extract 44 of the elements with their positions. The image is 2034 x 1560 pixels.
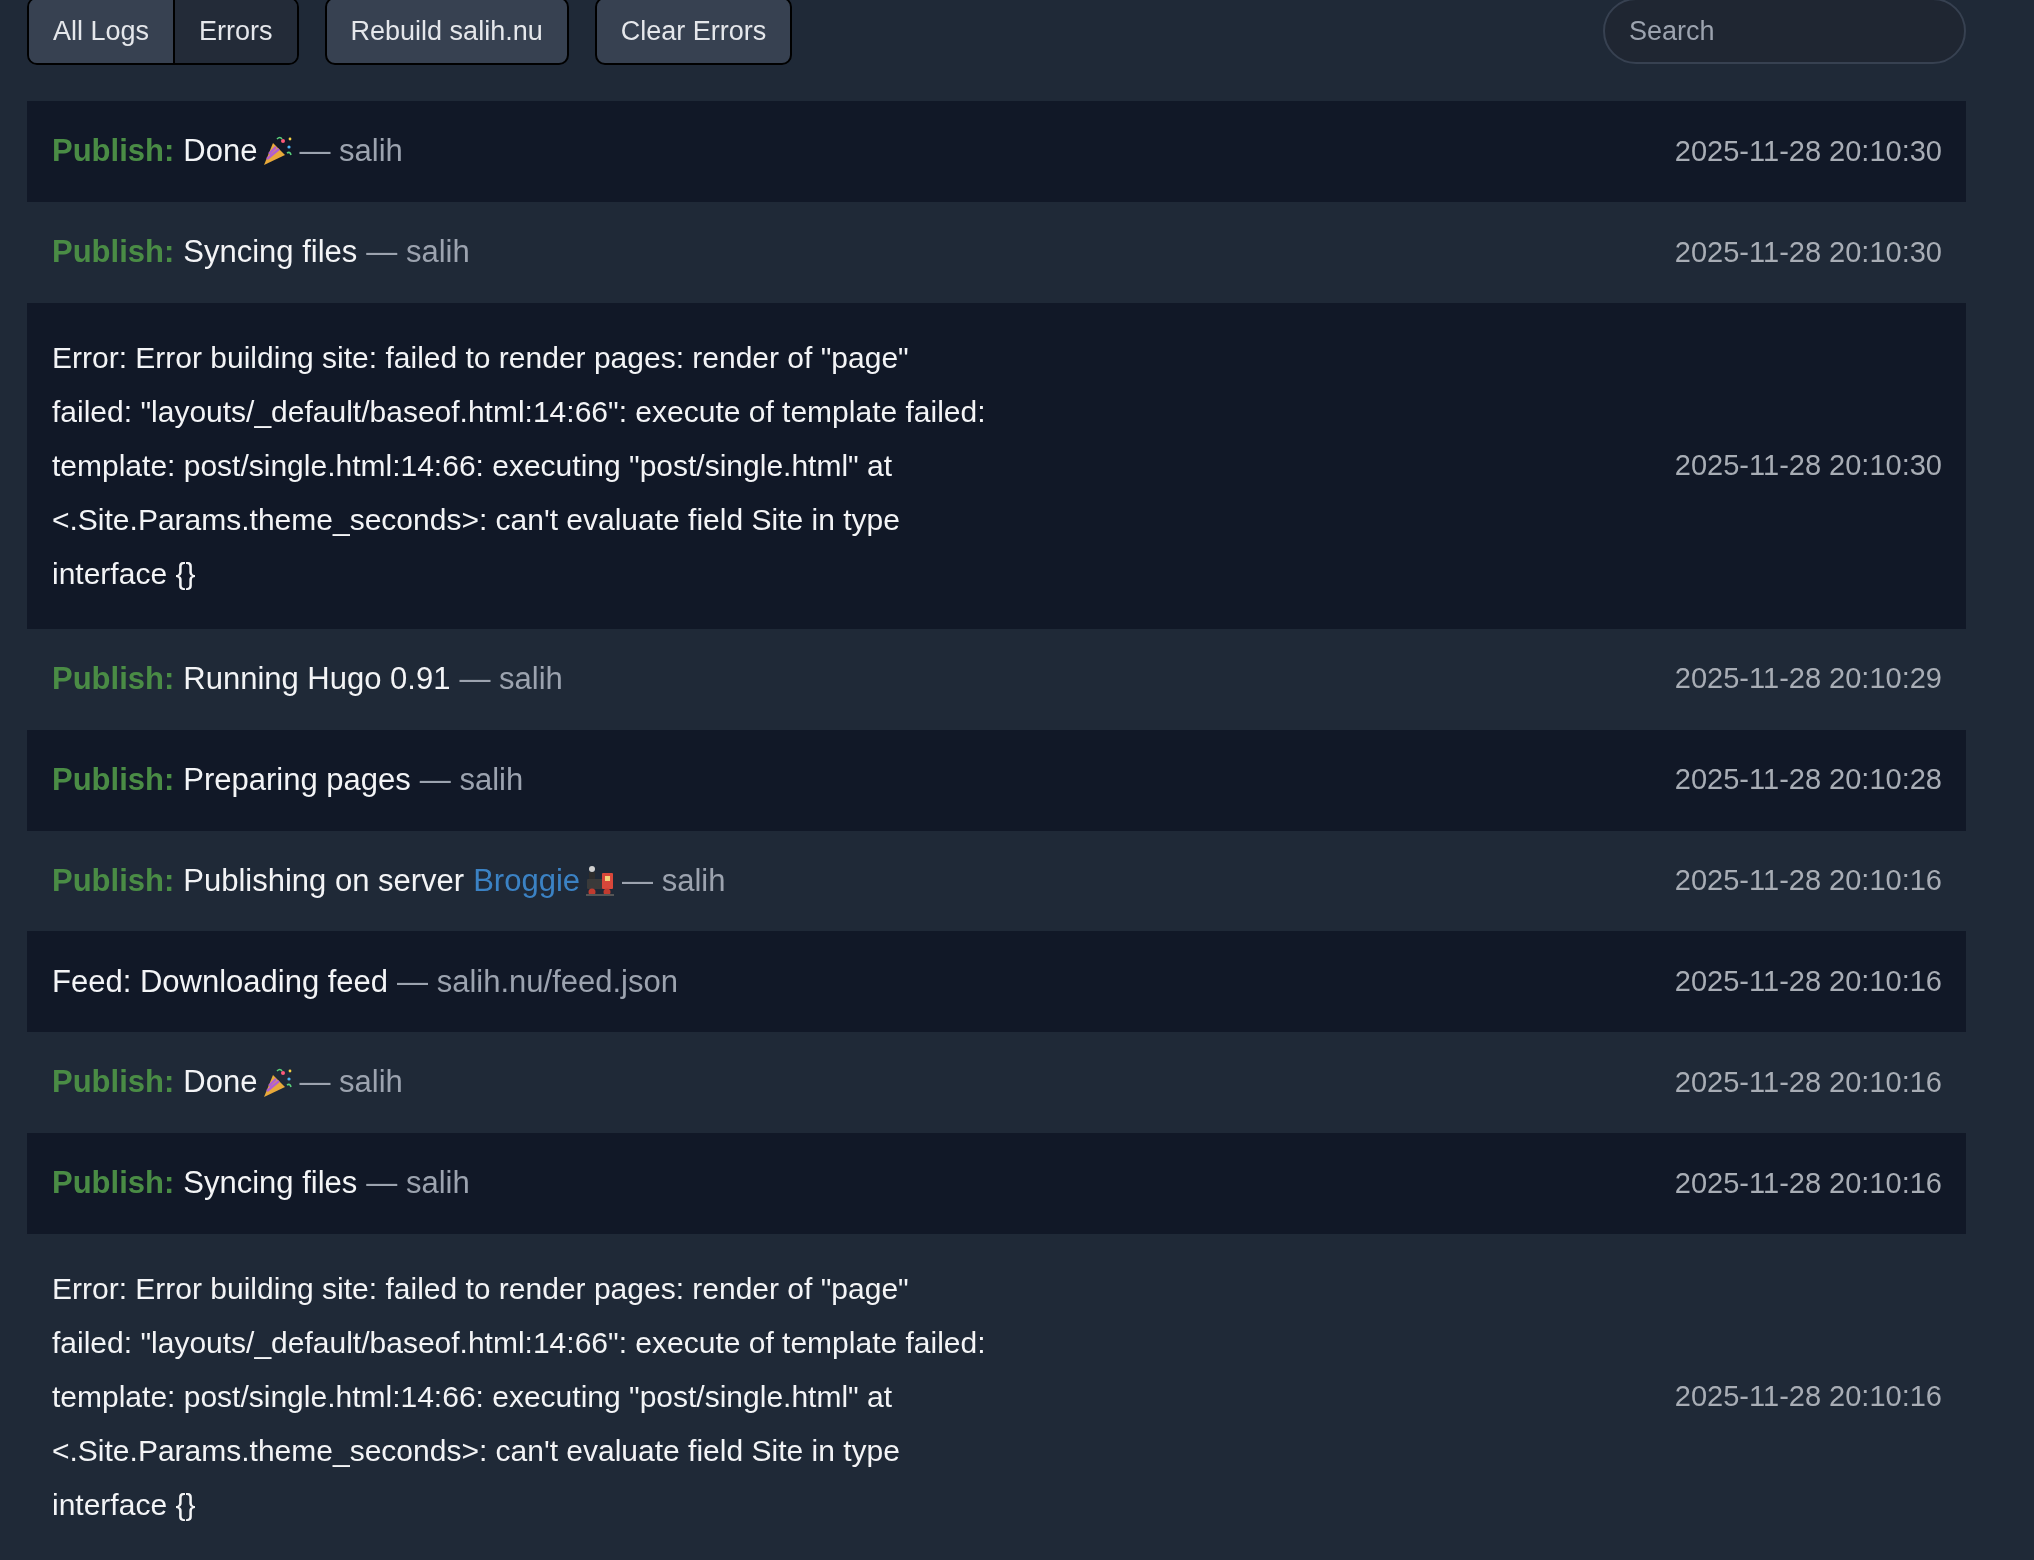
log-author: — salih [419,760,524,799]
log-author: — salih [366,1164,470,1203]
log-timestamp: 2025-11-28 20:10:16 [1674,863,1942,899]
log-message: Preparing pages [183,760,411,799]
log-author: — salih [299,132,403,171]
log-category: Publish: [52,1164,175,1203]
log-message: Syncing files [183,233,358,272]
party-popper-icon [261,135,294,168]
log-timestamp: 2025-11-28 20:10:30 [1674,133,1942,169]
log-category: Publish: [52,1063,175,1102]
log-category: Publish: [52,760,175,799]
log-category: Publish: [52,233,175,272]
filter-tab[interactable]: All Logs [29,0,174,63]
log-timestamp: 2025-11-28 20:10:16 [1674,964,1942,1000]
party-popper-icon [261,1066,294,1099]
log-category: Publish: [52,861,175,900]
search-field[interactable]: Search [1603,0,1966,64]
log-message: Feed: Downloading feed [52,962,389,1001]
log-timestamp: 2025-11-28 20:10:16 [1674,1064,1942,1100]
log-message: Publishing on server [183,861,465,900]
log-category: Publish: [52,132,175,171]
log-timestamp: 2025-11-28 20:10:28 [1674,762,1942,798]
log-timestamp: 2025-11-28 20:10:30 [1674,448,1942,483]
error-message: Error: Error building site: failed to render pages: render of "page" failed: "layouts/_default/baseof.html:14:66": execute of template failed: template: post/single.html:14:66: executing "post/single.html" at <.Site.Params.theme_seconds>: can't evaluate field Site in type interface {} [52,339,987,592]
log-message: Running Hugo 0.91 [183,659,451,698]
filter-tab[interactable]: Errors [173,0,297,63]
log-author: — salih [622,861,726,900]
log-author: — salih [366,233,470,272]
action-button[interactable]: Clear Errors [594,0,793,65]
log-timestamp: 2025-11-28 20:10:16 [1674,1379,1942,1415]
log-timestamp: 2025-11-28 20:10:29 [1674,661,1942,697]
log-source: — salih.nu/feed.json [397,962,678,1001]
log-timestamp: 2025-11-28 20:10:30 [1674,234,1942,270]
log-timestamp: 2025-11-28 20:10:16 [1674,1165,1942,1201]
log-message: Syncing files [183,1164,358,1203]
log-author: — salih [459,659,563,698]
locomotive-icon [584,864,617,897]
log-message: Done [183,1063,258,1102]
server-link[interactable]: Broggie [473,857,581,905]
log-category: Publish: [52,659,175,698]
error-message: Error: Error building site: failed to render pages: render of "page" failed: "layouts/_default/baseof.html:14:66": execute of template failed: template: post/single.html:14:66: executing "post/single.html" at <.Site.Params.theme_seconds>: can't evaluate field Site in type interface {} [52,1271,987,1523]
log-author: — salih [299,1063,403,1102]
log-message: Done [183,132,258,171]
action-button[interactable]: Rebuild salih.nu [324,0,569,65]
